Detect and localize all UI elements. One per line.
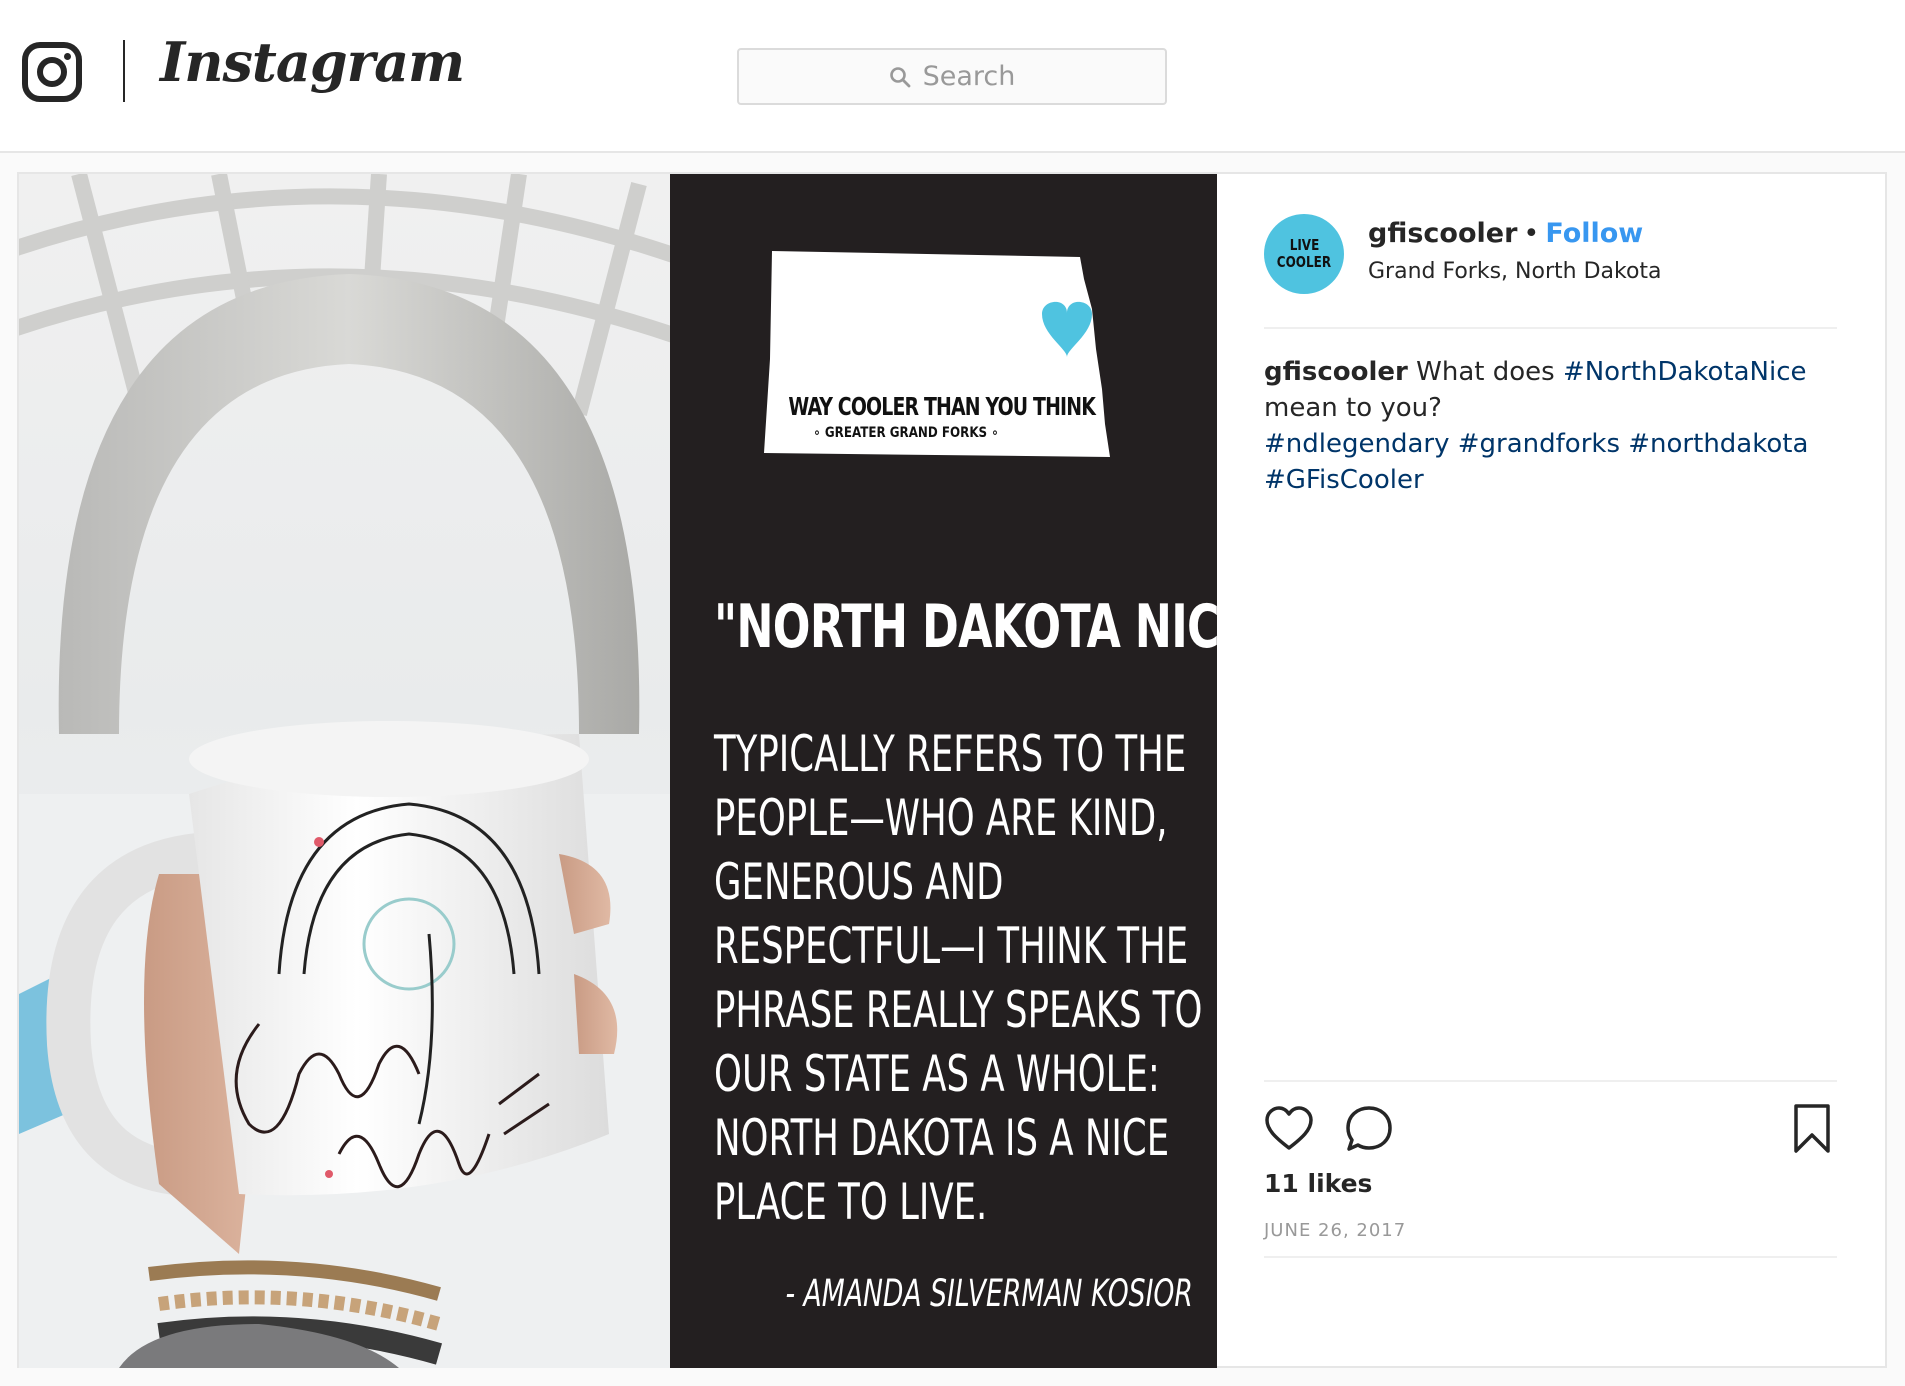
hashtag-link[interactable]: #GFisCooler (1264, 465, 1424, 495)
post-sidebar: LIVE COOLER gfiscooler • Follow Grand Fork… (1217, 174, 1887, 1368)
quote-body: Typically refers to the people—who are k… (714, 722, 1203, 1234)
divider (1264, 327, 1837, 329)
quote-line: phrase really speaks to (714, 981, 1203, 1039)
state-tagline: WAY COOLER THAN YOU THINK (788, 392, 1096, 421)
post-image[interactable]: WAY COOLER THAN YOU THINK ∘ GREATER GRAN… (19, 174, 1272, 1368)
quote-line: generous and (714, 853, 1004, 911)
heart-icon[interactable] (1264, 1104, 1314, 1154)
bookmark-icon[interactable] (1787, 1104, 1837, 1154)
quote-line: place to live. (714, 1173, 988, 1231)
hashtag-link[interactable]: #NorthDakotaNice (1563, 357, 1807, 387)
logo-divider (123, 40, 125, 102)
mug-photo (19, 174, 670, 1368)
quote-line: respectful—I think the (714, 917, 1189, 975)
divider (1264, 1080, 1837, 1082)
post-actions (1264, 1104, 1837, 1154)
caption-username-link[interactable]: gfiscooler (1264, 357, 1408, 387)
caption-text: mean to you? (1264, 393, 1442, 423)
caption-text: What does (1407, 357, 1563, 387)
avatar-text-line1: LIVE (1289, 236, 1319, 254)
quote-title: "NORTH DAKOTA NICE" (714, 592, 1272, 662)
post-owner: gfiscooler • Follow (1368, 218, 1643, 249)
top-navigation-bar: Instagram Search (0, 0, 1905, 153)
follow-button[interactable]: Follow (1545, 218, 1643, 249)
avatar[interactable]: LIVE COOLER (1264, 214, 1344, 294)
quote-credit: - AMANDA SILVERMAN KOSIOR (785, 1272, 1193, 1315)
post-date[interactable]: JUNE 26, 2017 (1264, 1220, 1406, 1241)
quote-line: our state as a whole: (714, 1045, 1160, 1103)
hashtag-link[interactable]: #northdakota (1628, 429, 1808, 459)
comment-icon[interactable] (1344, 1104, 1394, 1154)
owner-username-link[interactable]: gfiscooler (1368, 218, 1517, 249)
search-box[interactable]: Search (737, 48, 1167, 105)
owner-separator: • (1523, 218, 1540, 249)
hashtag-link[interactable]: #ndlegendary (1264, 429, 1449, 459)
quote-line: Typically refers to the (714, 725, 1187, 783)
mug-photo-illustration (19, 174, 670, 1368)
hashtag-link[interactable]: #grandforks (1458, 429, 1620, 459)
location-link[interactable]: Grand Forks, North Dakota (1368, 259, 1662, 284)
instagram-camera-icon[interactable] (22, 42, 82, 102)
search-icon (889, 66, 911, 87)
search-placeholder: Search (922, 61, 1016, 92)
quote-line: North Dakota is a nice (714, 1109, 1170, 1167)
like-count[interactable]: 11 likes (1264, 1169, 1372, 1198)
post-card: WAY COOLER THAN YOU THINK ∘ GREATER GRAN… (17, 172, 1887, 1368)
quote-graphic-panel: WAY COOLER THAN YOU THINK ∘ GREATER GRAN… (670, 174, 1272, 1368)
instagram-wordmark[interactable]: Instagram (160, 30, 465, 94)
quote-line: people—who are kind, (714, 789, 1168, 847)
avatar-text-line2: COOLER (1276, 253, 1332, 271)
state-subtagline: ∘ GREATER GRAND FORKS ∘ (813, 425, 999, 441)
divider (1264, 1256, 1837, 1258)
post-caption: gfiscooler What does #NorthDakotaNice me… (1264, 354, 1824, 498)
